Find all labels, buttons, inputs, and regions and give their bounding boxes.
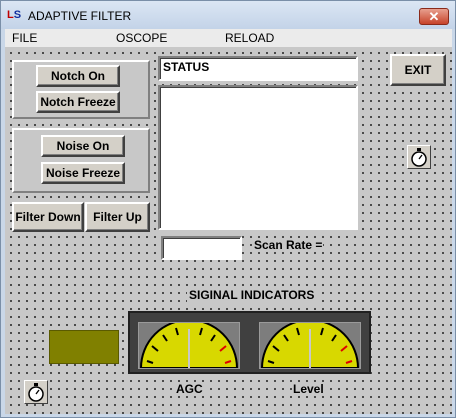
menu-reload[interactable]: RELOAD — [225, 31, 274, 45]
level-gauge — [259, 319, 361, 369]
status-log[interactable] — [158, 85, 358, 230]
stopwatch-icon — [24, 380, 48, 404]
noise-on-button[interactable]: Noise On — [41, 135, 125, 157]
agc-label: AGC — [175, 382, 204, 396]
filter-up-button[interactable]: Filter Up — [85, 202, 150, 232]
indicators-heading: SIGINAL INDICATORS — [187, 288, 317, 302]
menu-oscope[interactable]: OSCOPE — [116, 31, 167, 45]
app-icon: LS — [7, 9, 22, 21]
noise-group: Noise On Noise Freeze — [12, 128, 150, 193]
notch-group: Notch On Notch Freeze — [12, 60, 150, 119]
noise-freeze-button[interactable]: Noise Freeze — [41, 162, 125, 184]
status-field: STATUS — [158, 56, 358, 81]
agc-gauge — [138, 319, 240, 369]
app-window: LS ADAPTIVE FILTER ✕ FILE OSCOPE RELOAD … — [0, 0, 456, 418]
menu-file[interactable]: FILE — [12, 31, 37, 45]
menu-bar: FILE OSCOPE RELOAD — [5, 29, 452, 47]
scan-rate-input[interactable] — [161, 236, 242, 260]
filter-down-button[interactable]: Filter Down — [12, 202, 84, 232]
close-button[interactable]: ✕ — [419, 8, 449, 25]
window-title: ADAPTIVE FILTER — [28, 9, 132, 23]
main-panel: Notch On Notch Freeze Noise On Noise Fre… — [5, 47, 452, 414]
stopwatch-icon — [407, 145, 431, 169]
gauge-panel — [128, 311, 371, 374]
notch-freeze-button[interactable]: Notch Freeze — [36, 91, 120, 113]
exit-button[interactable]: EXIT — [390, 54, 446, 86]
level-label: Level — [292, 382, 325, 396]
notch-on-button[interactable]: Notch On — [36, 65, 120, 87]
scan-rate-label: Scan Rate = — [253, 238, 324, 252]
status-label: STATUS — [163, 60, 210, 74]
status-led — [49, 330, 119, 364]
title-bar[interactable]: LS ADAPTIVE FILTER ✕ — [1, 1, 455, 29]
